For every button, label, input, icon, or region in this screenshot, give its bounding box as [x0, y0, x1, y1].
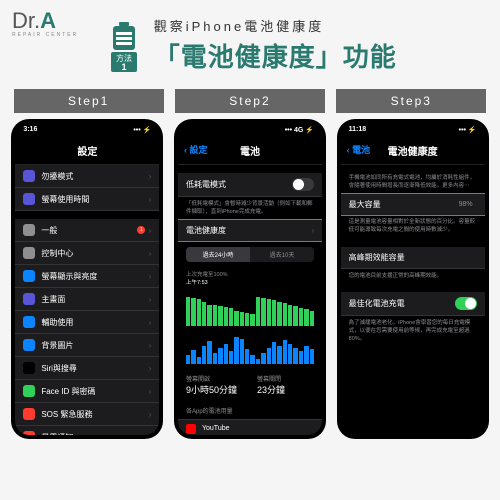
chevron-right-icon: › [149, 249, 152, 258]
back-button[interactable]: ‹ 設定 [184, 143, 208, 156]
row-icon [23, 316, 35, 328]
chevron-right-icon: › [149, 364, 152, 373]
app-usage-row[interactable]: YouTube [178, 419, 322, 435]
settings-row[interactable]: 一般1› [15, 219, 159, 242]
svg-text:1: 1 [122, 62, 127, 72]
phone-step3: 11:18••• ⚡ ‹ 電池 電池健康度 手機電池如同所有充電式電池，均屬於消… [337, 119, 489, 439]
settings-row[interactable]: 螢幕顯示與亮度› [15, 265, 159, 288]
low-power-row[interactable]: 低耗電模式 [178, 173, 322, 197]
settings-row[interactable]: 螢幕使用時間› [15, 188, 159, 211]
battery-health-row[interactable]: 電池健康度› [178, 219, 322, 242]
row-icon [23, 270, 35, 282]
row-icon [23, 408, 35, 420]
row-icon [23, 293, 35, 305]
settings-row[interactable]: 輔助使用› [15, 311, 159, 334]
battery-method-icon: 方法 1 [103, 22, 145, 79]
chevron-right-icon: › [149, 295, 152, 304]
intro-text: 手機電池如同所有充電式電池，均屬於消耗性組件，會隨著使用時間增長而逐漸降低效能。… [341, 171, 485, 194]
row-icon [23, 170, 35, 182]
settings-row[interactable]: 勿擾模式› [15, 165, 159, 188]
optimized-charging-row[interactable]: 最佳化電池充電 [341, 292, 485, 316]
youtube-icon [186, 424, 196, 434]
peak-desc: 您的電池目前支援正常的高峰期效能。 [341, 269, 485, 285]
settings-row[interactable]: 控制中心› [15, 242, 159, 265]
optimized-toggle[interactable] [455, 297, 477, 310]
usage-stats: 螢幕開啟9小時50分鐘 螢幕關閉23分鐘 [178, 368, 322, 402]
settings-row[interactable]: 背景圖片› [15, 334, 159, 357]
step-labels: Step1 Step2 Step3 [0, 89, 500, 113]
step1-label: Step1 [14, 89, 164, 113]
row-icon [23, 224, 35, 236]
activity-chart [178, 330, 322, 368]
time-segment[interactable]: 過去24小時過去10天 [186, 247, 314, 262]
chevron-right-icon: › [149, 387, 152, 396]
chevron-right-icon: › [149, 318, 152, 327]
step2-label: Step2 [175, 89, 325, 113]
row-icon [23, 339, 35, 351]
last-charge: 上次充電至100%上午7:53 [178, 268, 322, 291]
low-power-toggle[interactable] [292, 178, 314, 191]
opt-desc: 為了減緩電池老化，iPhone會學習您的每日充電模式，以便在您需要使用前等候，再… [341, 316, 485, 347]
signal-icon: ••• ⚡ [459, 126, 477, 134]
settings-row[interactable]: Face ID 與密碼› [15, 380, 159, 403]
max-capacity-row[interactable]: 最大容量 98% [341, 193, 485, 216]
chevron-right-icon: › [149, 172, 152, 181]
nav-title: 設定 [15, 137, 159, 165]
chevron-right-icon: › [149, 272, 152, 281]
battery-level-chart [178, 292, 322, 330]
row-icon [23, 247, 35, 259]
nav-title: ‹ 設定 電池 [178, 137, 322, 165]
chevron-right-icon: › [149, 341, 152, 350]
step3-label: Step3 [336, 89, 486, 113]
settings-row[interactable]: 暴露通知› [15, 426, 159, 435]
row-icon [23, 431, 35, 435]
chevron-right-icon: › [149, 195, 152, 204]
settings-row[interactable]: Siri與搜尋› [15, 357, 159, 380]
signal-icon: ••• 4G ⚡ [285, 126, 314, 134]
settings-row[interactable]: 主畫面› [15, 288, 159, 311]
chevron-right-icon: › [149, 433, 152, 436]
chevron-right-icon: › [149, 410, 152, 419]
row-icon [23, 193, 35, 205]
brand-logo: Dr.A REPAIR CENTER [12, 8, 78, 38]
back-button[interactable]: ‹ 電池 [347, 143, 371, 156]
low-power-desc: 「低耗電模式」會暫時減少背景活動（例如下載和郵件擷取），直到iPhone完成充電… [178, 197, 322, 220]
chevron-right-icon: › [149, 226, 152, 235]
signal-icon: ••• ⚡ [133, 126, 151, 134]
nav-title: ‹ 電池 電池健康度 [341, 137, 485, 165]
max-cap-desc: 這是測量電池容量相對於全新狀態的百分比。容量較低可能導致每次充電之間的使用時數減… [341, 215, 485, 238]
subtitle: 觀察iPhone電池健康度 [154, 16, 397, 35]
row-icon [23, 362, 35, 374]
title: 「電池健康度」功能 [154, 37, 397, 74]
chevron-right-icon: › [311, 226, 314, 235]
row-icon [23, 385, 35, 397]
peak-perf-row: 高峰期效能容量 [341, 247, 485, 269]
phone-step2: ••• 4G ⚡ ‹ 設定 電池 低耗電模式 「低耗電模式」會暫時減少背景活動（… [174, 119, 326, 439]
phone-step1: 3:16••• ⚡ 設定 勿擾模式›螢幕使用時間›一般1›控制中心›螢幕顯示與亮… [11, 119, 163, 439]
settings-row[interactable]: SOS 緊急服務› [15, 403, 159, 426]
